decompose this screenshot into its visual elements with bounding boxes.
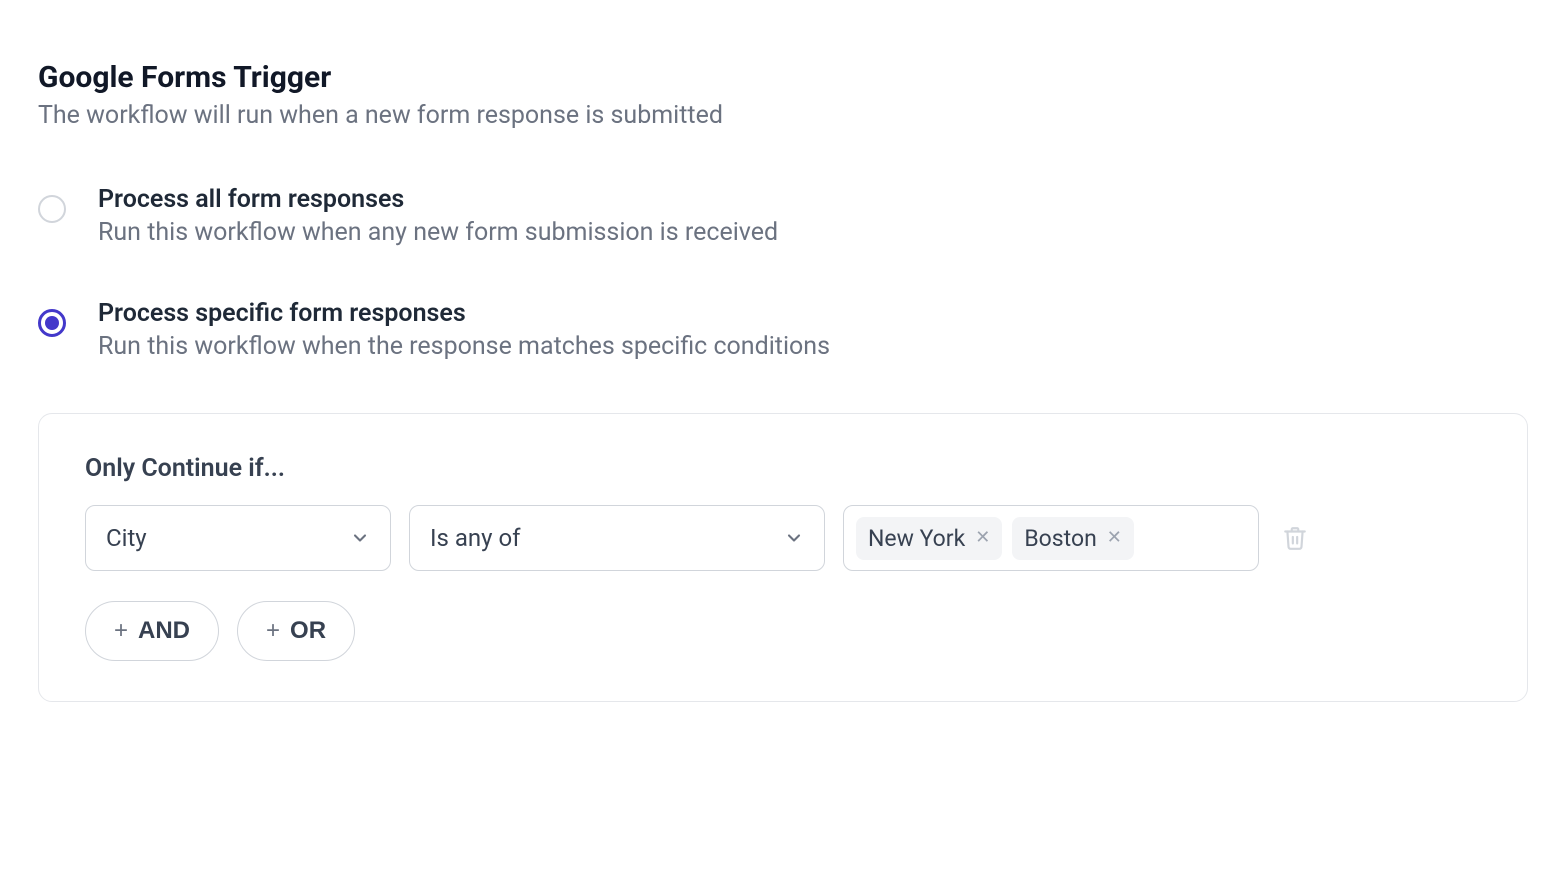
conditions-title: Only Continue if... [85,454,1481,483]
chevron-down-icon [350,528,370,548]
close-icon[interactable]: ✕ [975,529,990,547]
tag: New York ✕ [856,517,1002,560]
conditions-panel: Only Continue if... City Is any of New Y… [38,413,1528,702]
radio-option-all-title: Process all form responses [98,185,778,214]
plus-icon: + [266,619,280,643]
value-tag-input[interactable]: New York ✕ Boston ✕ [843,505,1259,571]
trigger-mode-radio-group: Process all form responses Run this work… [38,185,1528,361]
radio-option-all[interactable]: Process all form responses Run this work… [38,185,1528,247]
page-title: Google Forms Trigger [38,60,1528,95]
radio-icon [38,195,66,223]
operator-select-value: Is any of [430,524,521,552]
plus-icon: + [114,619,128,643]
chevron-down-icon [784,528,804,548]
radio-option-specific-title: Process specific form responses [98,299,830,328]
close-icon[interactable]: ✕ [1107,529,1122,547]
field-select[interactable]: City [85,505,391,571]
condition-row: City Is any of New York ✕ Boston ✕ [85,505,1481,571]
tag-label: Boston [1024,525,1096,552]
tag-label: New York [868,525,965,552]
field-select-value: City [106,524,147,552]
operator-select[interactable]: Is any of [409,505,825,571]
trash-icon[interactable] [1277,520,1313,556]
page-subtitle: The workflow will run when a new form re… [38,101,1528,130]
add-and-button[interactable]: + AND [85,601,219,661]
add-condition-buttons: + AND + OR [85,601,1481,661]
radio-option-specific-desc: Run this workflow when the response matc… [98,332,830,361]
radio-option-specific[interactable]: Process specific form responses Run this… [38,299,1528,361]
radio-icon-selected [38,309,66,337]
add-and-label: AND [138,617,190,645]
tag: Boston ✕ [1012,517,1134,560]
radio-option-all-desc: Run this workflow when any new form subm… [98,218,778,247]
add-or-button[interactable]: + OR [237,601,355,661]
add-or-label: OR [290,617,326,645]
